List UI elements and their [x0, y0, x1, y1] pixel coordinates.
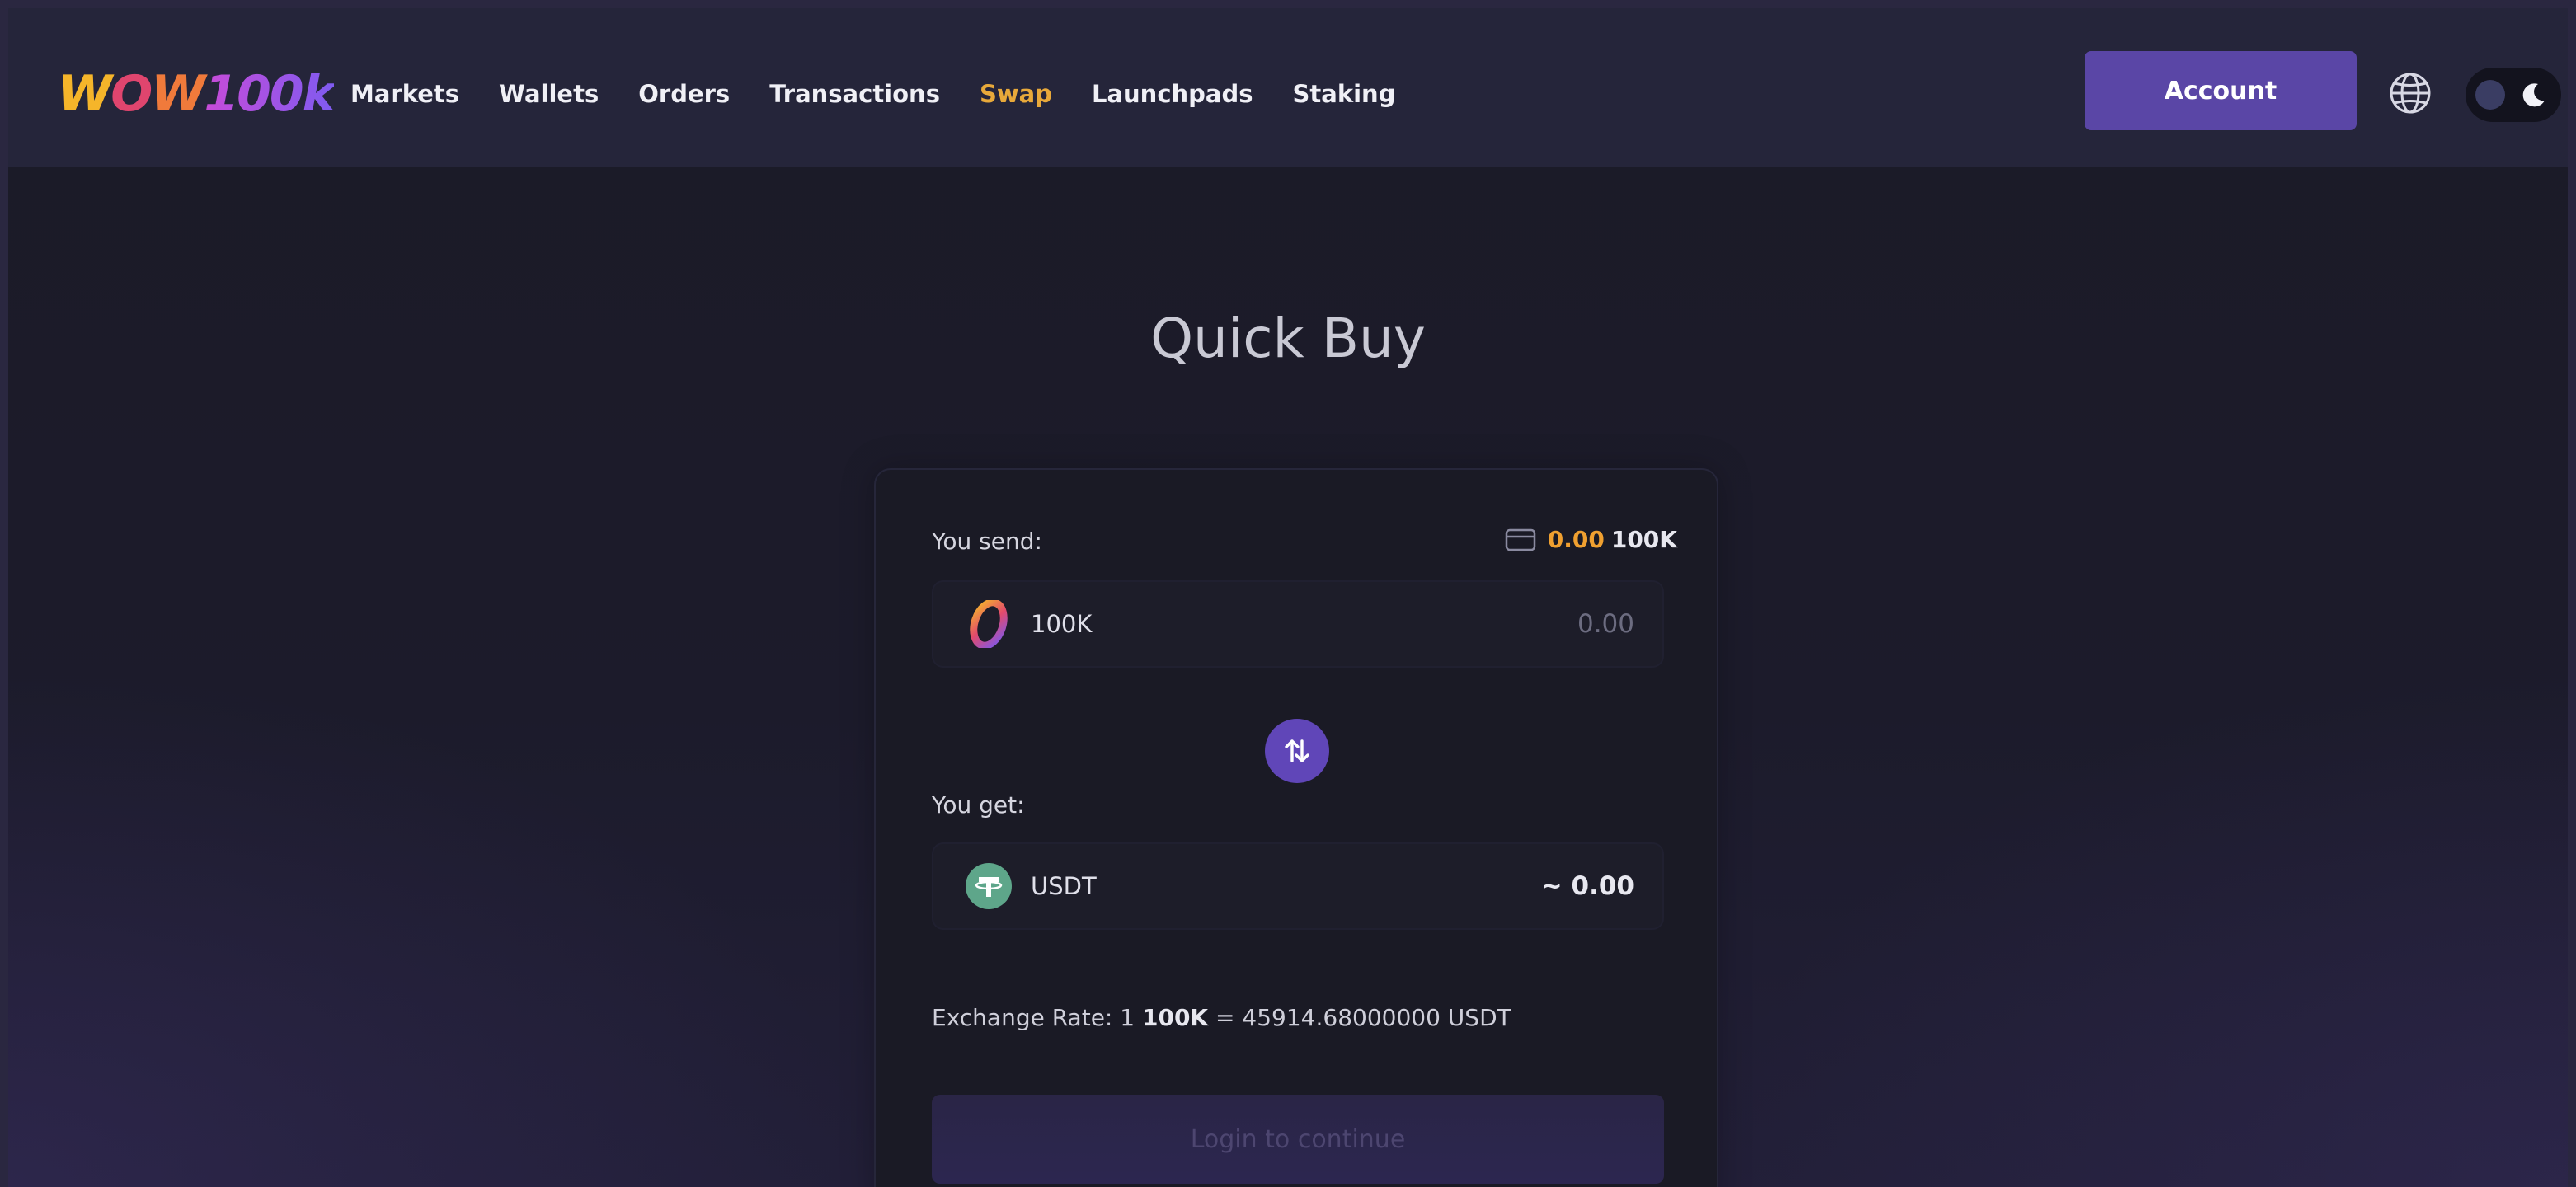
top-navbar: W O W 100k Markets Wallets Orders Transacti… [8, 8, 2568, 167]
account-button[interactable]: Account [2085, 51, 2357, 130]
send-field[interactable]: 100K 0.00 [932, 580, 1664, 668]
login-button[interactable]: Login to continue [932, 1095, 1664, 1184]
send-currency: 100K [1031, 610, 1093, 638]
nav-transactions[interactable]: Transactions [769, 80, 940, 108]
logo[interactable]: W O W 100k [58, 64, 336, 124]
nav-swap[interactable]: Swap [980, 80, 1052, 108]
nav-launchpads[interactable]: Launchpads [1092, 80, 1253, 108]
quick-buy-card: You send: 0.00 100K 100K 0.00 You get: U… [874, 468, 1718, 1187]
moon-icon [2518, 81, 2548, 110]
get-field: USDT ~ 0.00 [932, 842, 1664, 930]
balance-amount: 0.00 [1547, 526, 1605, 553]
main-nav: Markets Wallets Orders Transactions Swap… [350, 71, 1435, 117]
usdt-coin-icon [965, 862, 1013, 910]
globe-icon[interactable] [2388, 71, 2433, 115]
send-amount-input[interactable]: 0.00 [1577, 609, 1634, 639]
send-balance: 0.00 100K [1505, 526, 1677, 553]
get-amount: ~ 0.00 [1540, 871, 1634, 901]
rate-prefix: Exchange Rate: 1 [932, 1004, 1135, 1031]
rate-base: 100K [1141, 1004, 1209, 1031]
get-currency: USDT [1031, 872, 1097, 900]
exchange-rate: Exchange Rate: 1 100K = 45914.68000000 U… [932, 1004, 1511, 1031]
nav-markets[interactable]: Markets [350, 80, 459, 108]
toggle-knob [2475, 80, 2505, 110]
100k-coin-icon [965, 598, 1013, 650]
rate-rest: = 45914.68000000 USDT [1215, 1004, 1511, 1031]
theme-toggle[interactable] [2466, 68, 2561, 122]
swap-arrows-icon [1285, 739, 1309, 762]
send-label: You send: [932, 528, 1042, 555]
get-label: You get: [932, 791, 1025, 819]
nav-orders[interactable]: Orders [638, 80, 730, 108]
swap-direction-button[interactable] [1265, 719, 1329, 783]
wallet-icon [1505, 528, 1535, 551]
page: W O W 100k Markets Wallets Orders Transacti… [0, 0, 2576, 1187]
nav-staking[interactable]: Staking [1293, 80, 1396, 108]
page-title: Quick Buy [1150, 307, 1426, 370]
nav-wallets[interactable]: Wallets [499, 80, 599, 108]
balance-currency: 100K [1610, 526, 1677, 553]
